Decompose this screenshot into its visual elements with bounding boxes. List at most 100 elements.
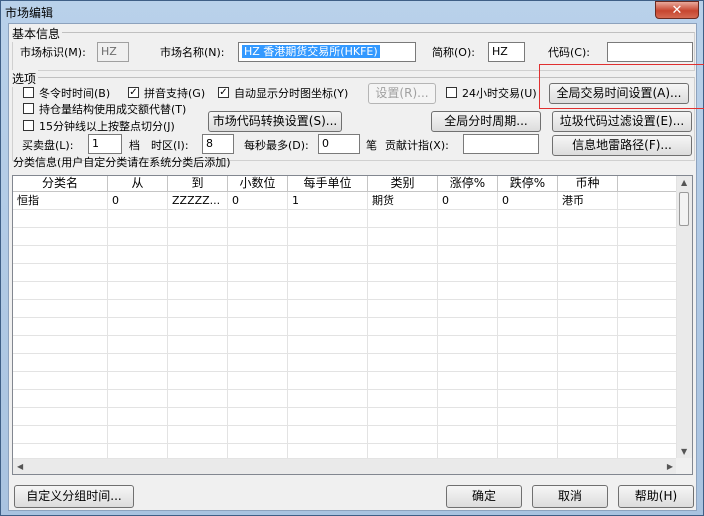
global-period-button[interactable]: 全局分时周期...: [431, 111, 541, 132]
empty-cell[interactable]: [558, 300, 618, 317]
empty-cell[interactable]: [108, 282, 168, 299]
empty-cell[interactable]: [13, 354, 108, 371]
empty-cell[interactable]: [558, 390, 618, 407]
ok-button[interactable]: 确定: [446, 485, 522, 508]
empty-cell[interactable]: [288, 228, 368, 245]
empty-cell[interactable]: [13, 408, 108, 425]
winter-time-checkbox[interactable]: [23, 87, 34, 98]
market-name-field[interactable]: HZ 香港期货交易所(HKFE): [238, 42, 416, 62]
empty-cell[interactable]: [13, 246, 108, 263]
cell-name[interactable]: 恒指: [13, 192, 108, 209]
empty-cell[interactable]: [618, 300, 677, 317]
empty-cell[interactable]: [13, 282, 108, 299]
empty-cell[interactable]: [108, 246, 168, 263]
empty-cell[interactable]: [228, 300, 288, 317]
table-row-empty[interactable]: [13, 210, 677, 228]
cell-from[interactable]: 0: [108, 192, 168, 209]
empty-cell[interactable]: [438, 390, 498, 407]
empty-cell[interactable]: [228, 318, 288, 335]
col-header-to[interactable]: 到: [168, 176, 228, 192]
empty-cell[interactable]: [288, 264, 368, 281]
empty-cell[interactable]: [288, 210, 368, 227]
title-bar[interactable]: 市场编辑 ✕: [1, 1, 703, 23]
table-row-empty[interactable]: [13, 300, 677, 318]
empty-cell[interactable]: [438, 210, 498, 227]
settings-button[interactable]: 设置(R)...: [368, 83, 436, 104]
empty-cell[interactable]: [228, 246, 288, 263]
empty-cell[interactable]: [498, 336, 558, 353]
short-name-field[interactable]: HZ: [488, 42, 525, 62]
empty-cell[interactable]: [618, 246, 677, 263]
empty-cell[interactable]: [108, 354, 168, 371]
empty-cell[interactable]: [228, 228, 288, 245]
empty-cell[interactable]: [438, 246, 498, 263]
scroll-down-icon[interactable]: ▼: [681, 447, 687, 456]
categories-table[interactable]: 分类名 从 到 小数位 每手单位 类别 涨停% 跌停% 币种 恒指 0 ZZZZ…: [12, 175, 693, 475]
timezone-field[interactable]: 8: [202, 134, 234, 154]
empty-cell[interactable]: [558, 408, 618, 425]
position-structure-checkbox[interactable]: [23, 103, 34, 114]
empty-cell[interactable]: [13, 264, 108, 281]
empty-cell[interactable]: [498, 300, 558, 317]
empty-cell[interactable]: [498, 210, 558, 227]
empty-cell[interactable]: [168, 408, 228, 425]
empty-cell[interactable]: [168, 336, 228, 353]
close-button[interactable]: ✕: [655, 1, 699, 19]
hours24-checkbox[interactable]: [446, 87, 457, 98]
empty-cell[interactable]: [368, 408, 438, 425]
table-row-empty[interactable]: [13, 372, 677, 390]
pinyin-checkbox[interactable]: ✓: [128, 87, 139, 98]
horizontal-scrollbar[interactable]: ◀ ▶: [13, 458, 677, 474]
empty-cell[interactable]: [228, 210, 288, 227]
cancel-button[interactable]: 取消: [532, 485, 608, 508]
col-header-decimals[interactable]: 小数位: [228, 176, 288, 192]
empty-cell[interactable]: [618, 408, 677, 425]
scroll-up-icon[interactable]: ▲: [681, 178, 687, 187]
empty-cell[interactable]: [168, 282, 228, 299]
empty-cell[interactable]: [228, 408, 288, 425]
empty-cell[interactable]: [558, 210, 618, 227]
col-header-currency[interactable]: 币种: [558, 176, 618, 192]
empty-cell[interactable]: [228, 426, 288, 443]
empty-cell[interactable]: [288, 246, 368, 263]
cell-type[interactable]: 期货: [368, 192, 438, 209]
empty-cell[interactable]: [168, 228, 228, 245]
auto-coords-checkbox[interactable]: ✓: [218, 87, 229, 98]
custom-group-time-button[interactable]: 自定义分组时间...: [14, 485, 134, 508]
empty-cell[interactable]: [108, 336, 168, 353]
cell-limit-down[interactable]: 0: [498, 192, 558, 209]
empty-cell[interactable]: [368, 246, 438, 263]
table-row-empty[interactable]: [13, 336, 677, 354]
empty-cell[interactable]: [438, 282, 498, 299]
empty-cell[interactable]: [168, 264, 228, 281]
table-row-empty[interactable]: [13, 246, 677, 264]
cell-to[interactable]: ZZZZZ...: [168, 192, 228, 209]
contribution-field[interactable]: [463, 134, 539, 154]
bid-ask-field[interactable]: 1: [88, 134, 122, 154]
scroll-left-icon[interactable]: ◀: [17, 462, 23, 471]
empty-cell[interactable]: [438, 264, 498, 281]
empty-cell[interactable]: [13, 426, 108, 443]
info-path-button[interactable]: 信息地雷路径(F)...: [552, 135, 692, 156]
help-button[interactable]: 帮助(H): [618, 485, 694, 508]
table-row-empty[interactable]: [13, 228, 677, 246]
empty-cell[interactable]: [108, 372, 168, 389]
empty-cell[interactable]: [168, 300, 228, 317]
empty-cell[interactable]: [498, 228, 558, 245]
empty-cell[interactable]: [108, 228, 168, 245]
empty-cell[interactable]: [498, 372, 558, 389]
empty-cell[interactable]: [228, 336, 288, 353]
empty-cell[interactable]: [13, 372, 108, 389]
empty-cell[interactable]: [618, 336, 677, 353]
empty-cell[interactable]: [438, 354, 498, 371]
table-row-empty[interactable]: [13, 264, 677, 282]
empty-cell[interactable]: [228, 282, 288, 299]
empty-cell[interactable]: [13, 300, 108, 317]
empty-cell[interactable]: [108, 300, 168, 317]
empty-cell[interactable]: [498, 408, 558, 425]
empty-cell[interactable]: [168, 246, 228, 263]
col-header-limit-up[interactable]: 涨停%: [438, 176, 498, 192]
empty-cell[interactable]: [108, 390, 168, 407]
table-row-empty[interactable]: [13, 408, 677, 426]
empty-cell[interactable]: [368, 372, 438, 389]
